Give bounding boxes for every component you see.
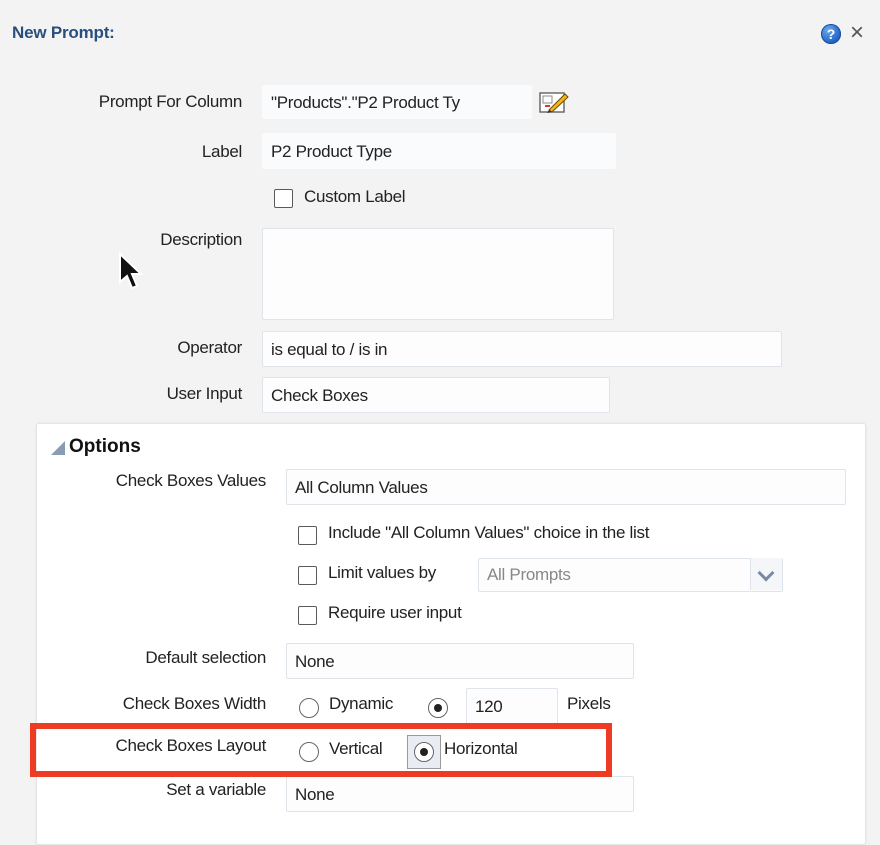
operator-field[interactable]: is equal to / is in (262, 331, 782, 367)
mouse-cursor-icon (117, 251, 145, 294)
options-title: Options (69, 436, 141, 457)
chevron-down-icon[interactable] (750, 558, 782, 590)
operator-label: Operator (177, 338, 242, 357)
limit-values-select[interactable]: All Prompts (478, 558, 783, 592)
label-label: Label (201, 142, 242, 161)
set-variable-label: Set a variable (166, 780, 266, 799)
user-input-label: User Input (166, 384, 243, 403)
prompt-for-column-field[interactable]: "Products"."P2 Product Ty (262, 85, 532, 119)
custom-label-checkbox[interactable] (274, 189, 293, 208)
prompt-for-column-label: Prompt For Column (98, 92, 243, 111)
width-fixed-radio[interactable] (428, 698, 448, 718)
width-dynamic-radio[interactable] (299, 698, 319, 718)
width-pixels-input[interactable]: 120 (466, 688, 558, 724)
close-icon[interactable]: × (850, 18, 864, 48)
collapse-triangle-icon[interactable] (51, 441, 65, 455)
description-label: Description (160, 230, 242, 249)
include-all-checkbox[interactable] (298, 526, 317, 545)
check-boxes-values-label: Check Boxes Values (115, 471, 267, 490)
dialog-title: New Prompt: (12, 23, 115, 42)
include-all-text: Include "All Column Values" choice in th… (328, 523, 650, 542)
custom-label-text: Custom Label (304, 187, 406, 206)
check-boxes-values-field[interactable]: All Column Values (286, 469, 846, 505)
width-unit-text: Pixels (567, 694, 611, 713)
limit-values-checkbox[interactable] (298, 566, 317, 585)
default-selection-field[interactable]: None (286, 643, 634, 679)
highlight-annotation (30, 723, 612, 777)
check-boxes-width-label: Check Boxes Width (122, 694, 267, 713)
require-input-text: Require user input (328, 603, 462, 622)
limit-values-text: Limit values by (328, 563, 436, 582)
label-input[interactable]: P2 Product Type (262, 133, 616, 169)
set-variable-field[interactable]: None (286, 776, 634, 812)
description-textarea[interactable] (262, 228, 614, 320)
user-input-field[interactable]: Check Boxes (262, 377, 610, 413)
help-icon[interactable]: ? (821, 24, 841, 44)
width-dynamic-text: Dynamic (329, 694, 394, 713)
require-input-checkbox[interactable] (298, 606, 317, 625)
edit-column-icon[interactable] (539, 90, 569, 114)
default-selection-label: Default selection (145, 648, 266, 667)
